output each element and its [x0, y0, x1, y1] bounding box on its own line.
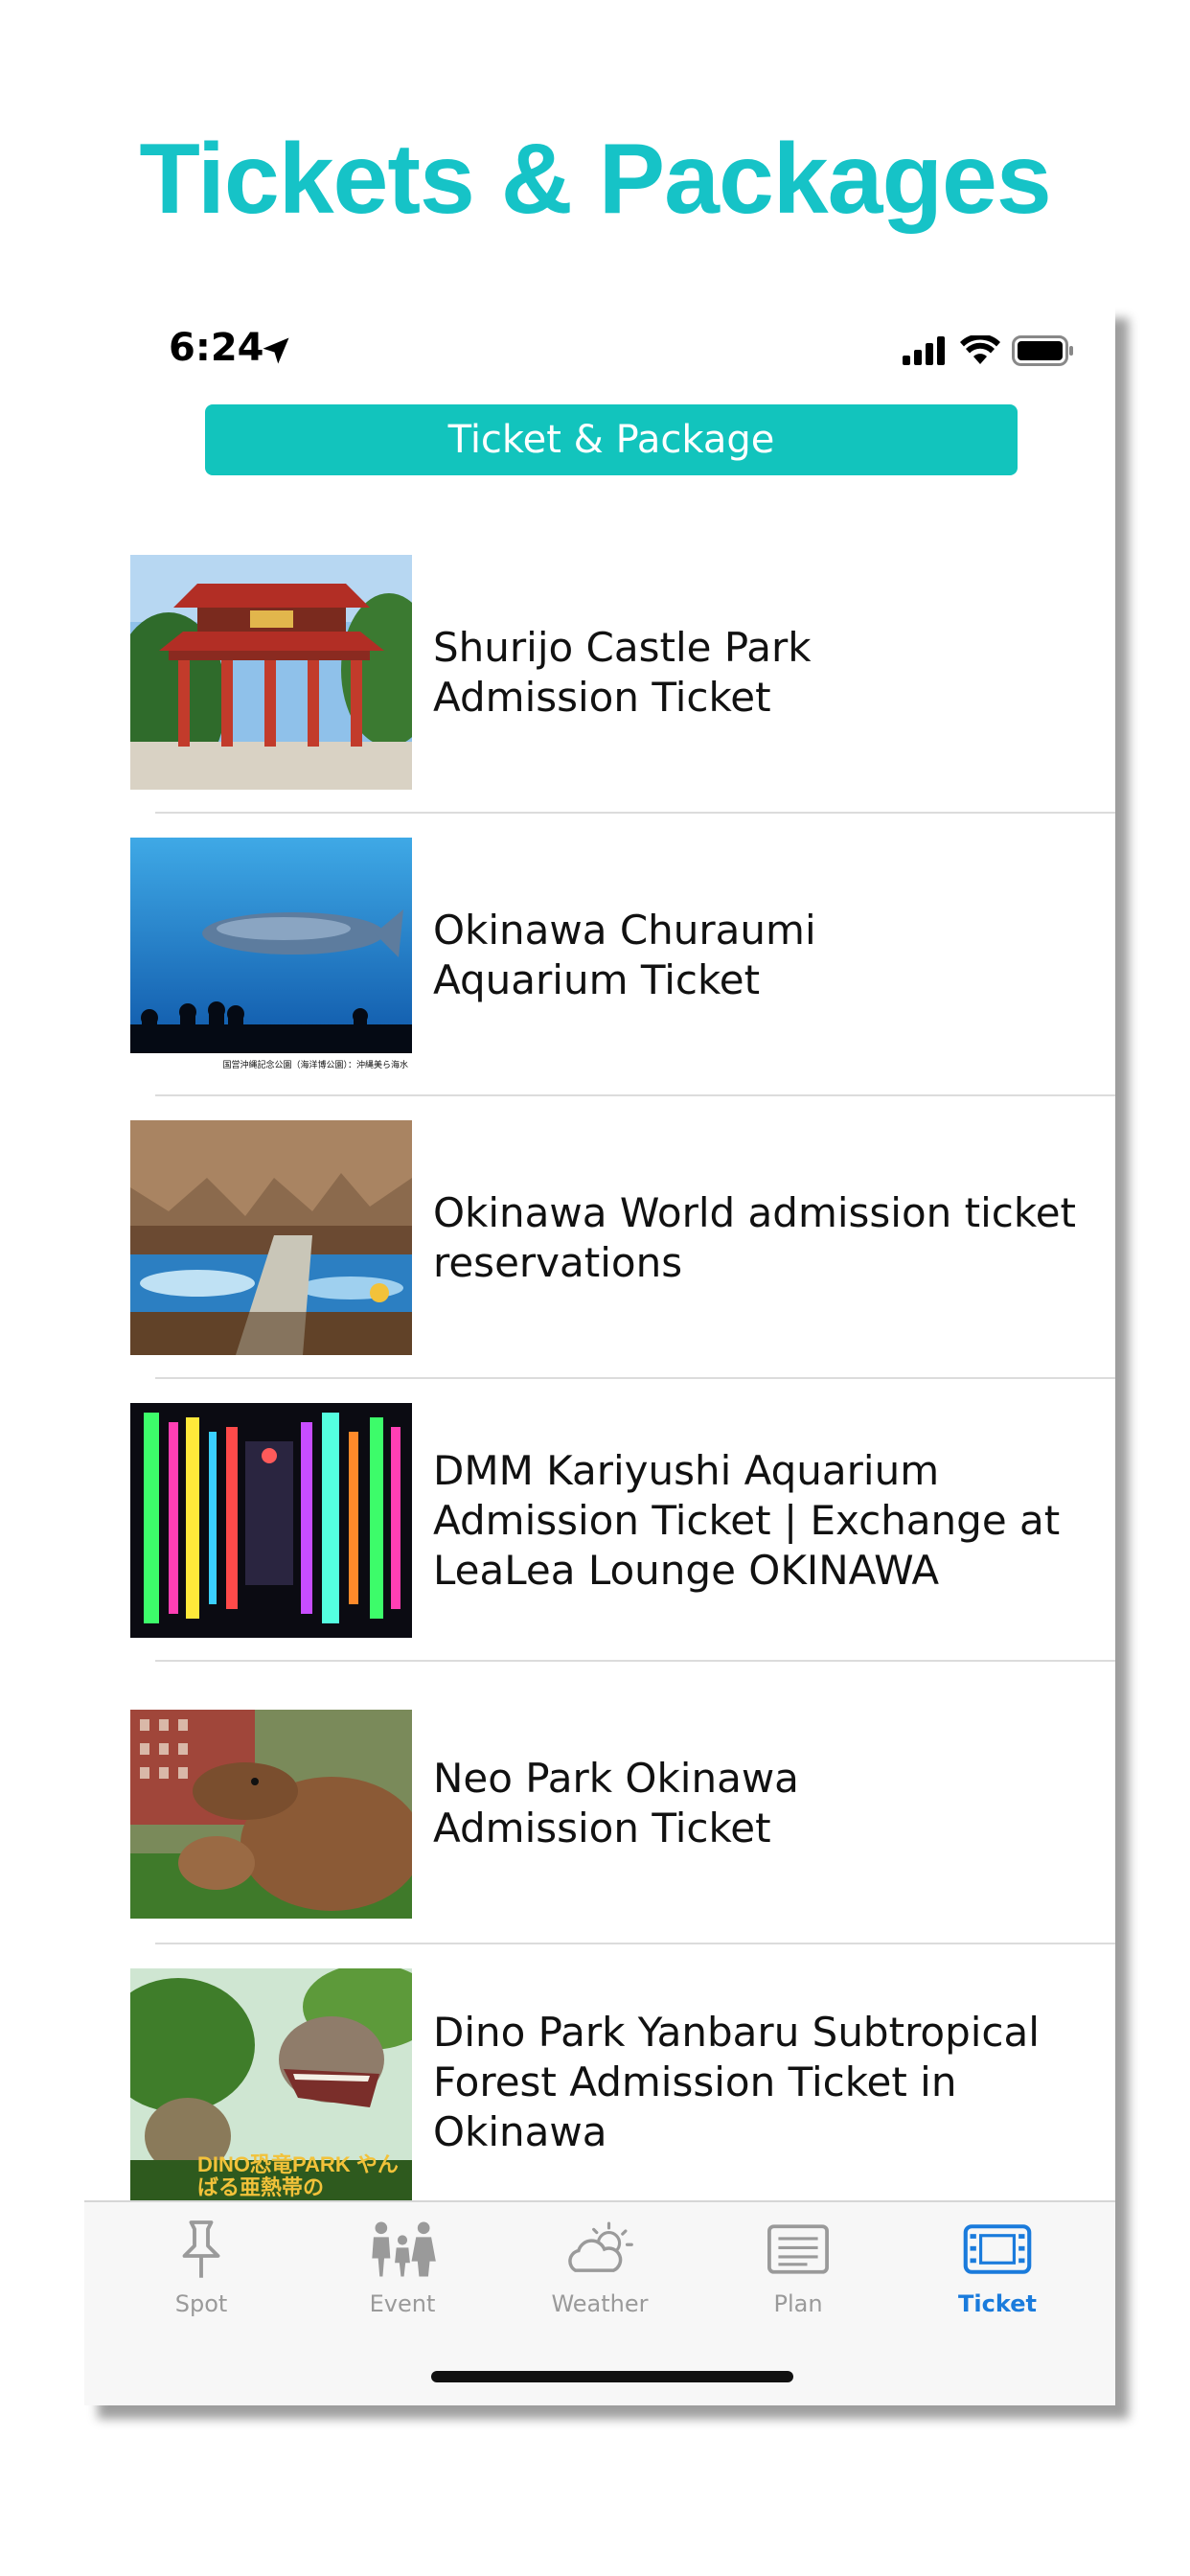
status-time: 6:24 — [169, 326, 264, 370]
photo-caption: 国営沖縄記念公園（海洋博公園）：沖縄美ら海水 — [222, 1060, 408, 1070]
family-icon — [372, 2221, 436, 2277]
cellular-signal-icon — [903, 336, 945, 365]
tab-bar: Spot Event Weather Plan Ticket — [84, 2200, 1115, 2405]
ticket-row-churaumi[interactable]: 国営沖縄記念公園（海洋博公園）：沖縄美ら海水 Okinawa Churaumi … — [84, 814, 1115, 1096]
ticket-row-neo-park[interactable]: Neo Park Okinawa Admission Ticket — [84, 1662, 1115, 1944]
home-indicator[interactable] — [431, 2371, 793, 2382]
tab-label: Event — [369, 2290, 436, 2317]
tab-label: Spot — [174, 2290, 228, 2317]
ticket-title: Dino Park Yanbaru Subtropical Forest Adm… — [433, 2009, 1040, 2155]
phone-screen: 6:24 Ticket & Package Shurijo Castle Par… — [84, 305, 1115, 2405]
tab-weather[interactable]: Weather — [499, 2216, 700, 2331]
pushpin-icon — [182, 2220, 220, 2278]
dino-park-photo: DINO恐竜PARK やんばる亜熱帯の — [130, 1968, 412, 2203]
gyokusendo-cave-photo — [130, 1120, 412, 1355]
tab-event[interactable]: Event — [302, 2216, 503, 2331]
ticket-title: Okinawa Churaumi Aquarium Ticket — [433, 906, 816, 1003]
tab-label: Weather — [551, 2290, 649, 2317]
film-ticket-icon — [963, 2224, 1032, 2274]
tab-ticket[interactable]: Ticket — [897, 2216, 1098, 2331]
ticket-row-dino-park[interactable]: DINO恐竜PARK やんばる亜熱帯の Dino Park Yanbaru Su… — [84, 1944, 1115, 2220]
status-indicators — [903, 334, 1075, 368]
partly-cloudy-icon — [568, 2221, 633, 2272]
ticket-row-dmm-kariyushi[interactable]: DMM Kariyushi Aquarium Admission Ticket … — [84, 1379, 1115, 1662]
kariyushi-aquarium-photo — [130, 1403, 412, 1638]
ticket-list: Shurijo Castle Park Admission Ticket 国営沖… — [84, 531, 1115, 2220]
ticket-title: Neo Park Okinawa Admission Ticket — [433, 1754, 799, 1852]
ticket-title: Shurijo Castle Park Admission Ticket — [433, 623, 812, 721]
dino-park-photo-text: DINO恐竜PARK やんばる亜熱帯の — [197, 2153, 399, 2199]
capybara-photo — [130, 1710, 412, 1919]
ticket-row-shurijo[interactable]: Shurijo Castle Park Admission Ticket — [84, 531, 1115, 814]
ticket-title: Okinawa World admission ticket reservati… — [433, 1188, 1076, 1286]
wifi-icon — [960, 335, 1000, 364]
tab-plan[interactable]: Plan — [698, 2216, 899, 2331]
document-list-icon — [767, 2224, 829, 2274]
tab-spot[interactable]: Spot — [101, 2216, 302, 2331]
ticket-row-okinawa-world[interactable]: Okinawa World admission ticket reservati… — [84, 1096, 1115, 1379]
tab-label: Plan — [773, 2290, 823, 2317]
battery-icon — [1012, 335, 1073, 366]
location-arrow-icon — [263, 337, 289, 364]
shurijo-gate-photo — [130, 555, 412, 790]
tab-label: Ticket — [958, 2290, 1037, 2317]
ticket-package-header-button[interactable]: Ticket & Package — [205, 404, 1018, 475]
page-headline: Tickets & Packages — [139, 124, 1051, 235]
ticket-title: DMM Kariyushi Aquarium Admission Ticket … — [433, 1446, 1061, 1594]
churaumi-aquarium-photo: 国営沖縄記念公園（海洋博公園）：沖縄美ら海水 — [130, 838, 412, 1072]
